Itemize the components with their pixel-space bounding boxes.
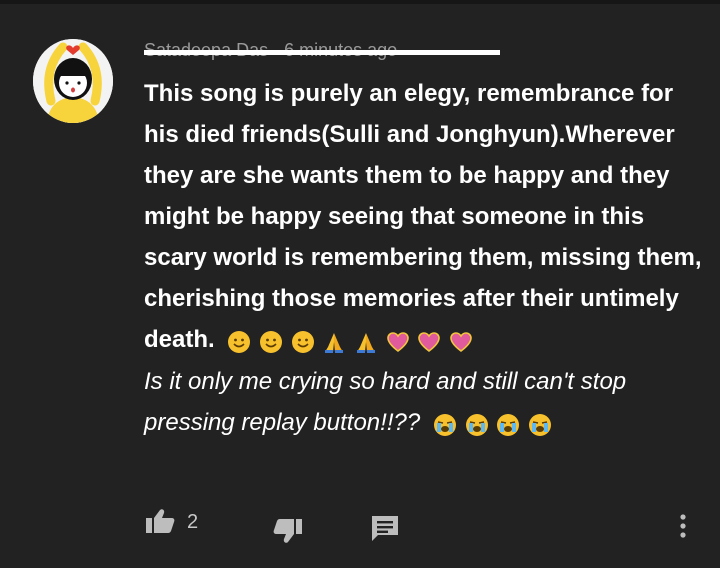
smiley-emoji	[228, 330, 251, 353]
comment-body: This song is purely an elegy, remembranc…	[144, 73, 704, 444]
reply-button[interactable]	[370, 514, 400, 547]
pink-heart-emoji	[386, 332, 409, 352]
followup-emojis	[433, 403, 553, 444]
dislike-button[interactable]	[272, 517, 304, 550]
more-options-button[interactable]	[676, 512, 690, 547]
avatar-illustration	[33, 39, 113, 123]
comment-followup-text: Is it only me crying so hard and still c…	[144, 368, 627, 437]
pink-heart-emoji	[418, 332, 441, 352]
smiley-emoji	[260, 330, 283, 353]
like-button[interactable]	[144, 507, 176, 540]
thumbs-down-icon	[273, 519, 302, 543]
crying-face-emoji	[497, 413, 520, 436]
crying-face-emoji	[528, 413, 551, 436]
pink-heart-emoji	[450, 332, 472, 352]
thumbs-up-icon	[146, 509, 175, 533]
folded-hands-emoji	[357, 332, 376, 353]
comment-text: This song is purely an elegy, remembranc…	[144, 80, 702, 353]
crying-face-emoji	[465, 413, 488, 436]
smiley-emoji	[291, 330, 314, 353]
redaction-strike	[144, 50, 500, 55]
like-count: 2	[187, 511, 199, 533]
comment-emojis	[227, 320, 474, 361]
more-vertical-icon	[680, 514, 686, 538]
folded-hands-emoji	[325, 332, 344, 353]
crying-face-emoji	[433, 413, 456, 436]
avatar[interactable]	[33, 39, 113, 123]
comment-actions	[0, 500, 720, 550]
top-divider	[0, 0, 720, 4]
reply-icon	[372, 516, 398, 541]
comment-meta: Satadeepa Das · 6 minutes ago	[144, 40, 500, 64]
